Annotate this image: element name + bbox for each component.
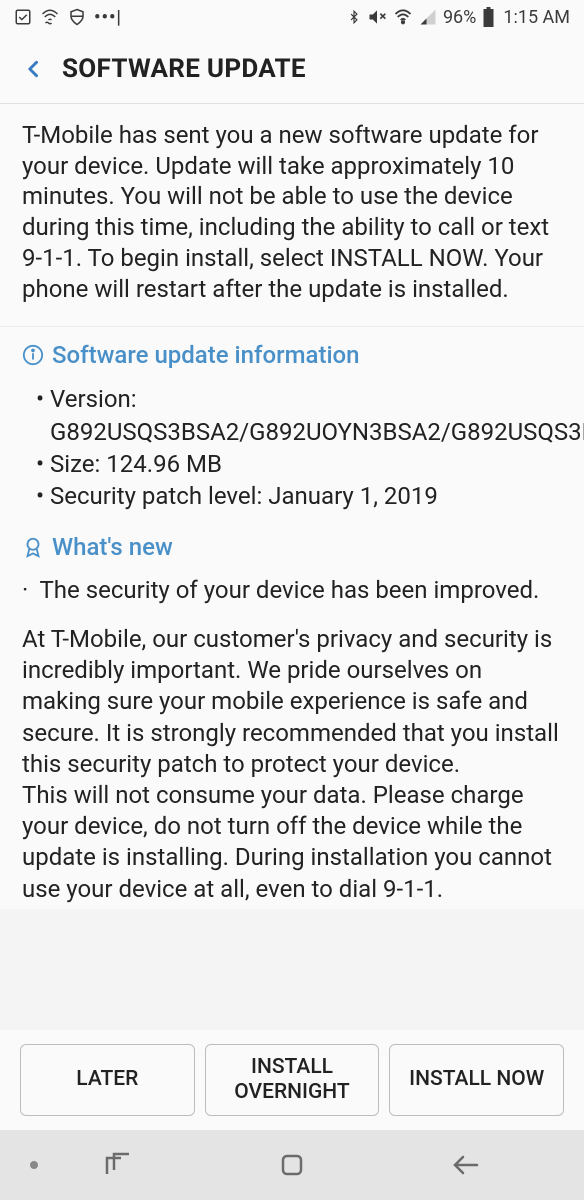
info-section-title: Software update information (22, 341, 562, 369)
recents-button[interactable] (103, 1152, 133, 1178)
more-icon: •••| (94, 7, 122, 28)
mute-icon (367, 7, 387, 27)
battery-percent: 96% (443, 7, 476, 28)
battery-icon (482, 7, 495, 27)
update-description: T-Mobile has sent you a new software upd… (0, 104, 584, 326)
info-item: •Security patch level: January 1, 2019 (36, 480, 562, 512)
ribbon-icon (22, 536, 44, 558)
wifi-icon (393, 8, 413, 26)
signal-icon (419, 8, 437, 26)
back-nav-button[interactable] (451, 1152, 481, 1178)
info-list: •Version: G892USQS3BSA2/G892UOYN3BSA2/G8… (22, 383, 562, 513)
shield-icon (68, 8, 86, 26)
status-bar: •••| 96% 1:15 AM (0, 0, 584, 34)
clock-time: 1:15 AM (503, 7, 570, 28)
whatsnew-item: · The security of your device has been i… (22, 575, 562, 606)
notification-icon (14, 8, 32, 26)
info-item: •Version: G892USQS3BSA2/G892UOYN3BSA2/G8… (36, 383, 562, 448)
update-info-section: Software update information •Version: G8… (0, 326, 584, 519)
install-overnight-button[interactable]: INSTALL OVERNIGHT (205, 1044, 380, 1116)
wifi-calling-icon (40, 8, 60, 26)
info-icon (22, 344, 44, 366)
navigation-bar (0, 1130, 584, 1200)
back-button[interactable] (12, 47, 56, 91)
status-left: •••| (14, 7, 122, 28)
action-bar: LATER INSTALL OVERNIGHT INSTALL NOW (0, 1030, 584, 1130)
whatsnew-title-text: What's new (52, 533, 173, 561)
bluetooth-icon (347, 7, 361, 27)
info-item: •Size: 124.96 MB (36, 448, 562, 480)
home-button[interactable] (279, 1152, 305, 1178)
later-button[interactable]: LATER (20, 1044, 195, 1116)
nav-indicator-dot (30, 1161, 38, 1169)
content: T-Mobile has sent you a new software upd… (0, 104, 584, 909)
whatsnew-section-title: What's new (22, 533, 562, 561)
whats-new-section: What's new · The security of your device… (0, 519, 584, 909)
status-right: 96% 1:15 AM (347, 7, 570, 28)
header: SOFTWARE UPDATE (0, 34, 584, 104)
whatsnew-paragraph: At T-Mobile, our customer's privacy and … (22, 624, 562, 905)
info-title-text: Software update information (52, 341, 360, 369)
install-now-button[interactable]: INSTALL NOW (389, 1044, 564, 1116)
page-title: SOFTWARE UPDATE (62, 54, 306, 84)
